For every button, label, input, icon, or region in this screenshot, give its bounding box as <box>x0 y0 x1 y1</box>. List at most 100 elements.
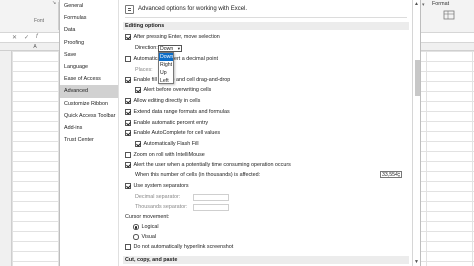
opt-zoom-roll[interactable]: Zoom on roll with IntelliMouse <box>125 151 205 159</box>
thousands-separator-input[interactable] <box>193 204 229 211</box>
column-a-header[interactable]: A <box>12 43 58 51</box>
after-enter-label: After pressing Enter, move selection <box>133 34 220 40</box>
nav-item-ease-of-access[interactable]: Ease of Access <box>60 73 118 85</box>
opt-decimal-separator: Decimal separator: <box>135 193 180 201</box>
nav-item-add-ins[interactable]: Add-ins <box>60 122 118 134</box>
direction-option-right[interactable]: Right <box>159 61 173 69</box>
nav-item-language[interactable]: Language <box>60 61 118 73</box>
section-editing-options: Editing options <box>123 22 409 30</box>
panel-title: Advanced options for working with Excel. <box>138 6 248 12</box>
opt-extend-formats[interactable]: Extend data range formats and formulas <box>125 108 230 116</box>
cells-affected-input[interactable]: 33,554 ▲ ▼ <box>380 171 402 178</box>
nav-item-save[interactable]: Save <box>60 49 118 61</box>
opt-cursor-visual[interactable]: Visual <box>133 233 156 241</box>
alert-overwrite-checkbox[interactable] <box>135 87 141 93</box>
opt-cursor-logical[interactable]: Logical <box>133 223 159 231</box>
cursor-visual-label: Visual <box>141 234 157 240</box>
alert-time-checkbox[interactable] <box>125 162 131 168</box>
opt-after-enter[interactable]: After pressing Enter, move selection <box>125 33 220 41</box>
opt-thousands-separator: Thousands separator: <box>135 203 187 211</box>
ribbon-launcher-icon[interactable]: ↘ <box>52 0 56 6</box>
nav-item-advanced[interactable]: Advanced <box>60 85 118 98</box>
scroll-down-icon[interactable]: ▼ <box>414 259 419 265</box>
options-main-panel: Advanced options for working with Excel.… <box>118 0 412 266</box>
auto-percent-checkbox[interactable] <box>125 120 131 126</box>
no-hyperlink-screenshot-checkbox[interactable] <box>125 244 131 250</box>
nav-item-general[interactable]: General <box>60 0 118 12</box>
opt-autocomplete[interactable]: Enable AutoComplete for cell values <box>125 129 220 137</box>
flash-fill-label: Automatically Flash Fill <box>143 141 199 147</box>
flash-fill-checkbox[interactable] <box>135 141 141 147</box>
row-header-bar <box>0 51 12 266</box>
ribbon-group-label: Font <box>34 18 45 24</box>
opt-alert-overwrite[interactable]: Alert before overwriting cells <box>135 86 211 94</box>
nav-item-data[interactable]: Data <box>60 24 118 36</box>
cursor-logical-radio[interactable] <box>133 224 139 230</box>
ribbon-dropdown-icon[interactable]: ▾ <box>422 2 425 8</box>
direction-dropdown-list: Down Right Up Left <box>158 52 174 84</box>
cells-affected-value: 33,554 <box>382 172 398 178</box>
cursor-visual-radio[interactable] <box>133 234 139 240</box>
nav-item-formulas[interactable]: Formulas <box>60 12 118 24</box>
fill-handle-label: Enable fill handle and cell drag-and-dro… <box>133 77 231 83</box>
cursor-logical-label: Logical <box>141 224 159 230</box>
nav-item-proofing[interactable]: Proofing <box>60 37 118 49</box>
nav-item-trust-center[interactable]: Trust Center <box>60 134 118 146</box>
function-icon[interactable]: f <box>36 34 38 40</box>
header-divider <box>125 17 407 18</box>
auto-decimal-label: Automatically insert a decimal point <box>133 56 219 62</box>
zoom-roll-label: Zoom on roll with IntelliMouse <box>133 152 205 158</box>
scrollbar-thumb[interactable] <box>415 60 420 96</box>
auto-decimal-checkbox[interactable] <box>125 56 131 62</box>
alert-overwrite-label: Alert before overwriting cells <box>143 87 212 93</box>
allow-edit-label: Allow editing directly in cells <box>133 98 201 104</box>
opt-flash-fill[interactable]: Automatically Flash Fill <box>135 140 199 148</box>
direction-option-up[interactable]: Up <box>159 69 173 77</box>
opt-places: Places: <box>135 66 153 74</box>
decimal-separator-input[interactable] <box>193 194 229 201</box>
opt-auto-percent[interactable]: Enable automatic percent entry <box>125 119 208 127</box>
enter-icon[interactable]: ✓ <box>24 34 29 41</box>
direction-select[interactable]: Down ▾ <box>158 45 182 52</box>
auto-percent-label: Enable automatic percent entry <box>133 120 209 126</box>
zoom-roll-checkbox[interactable] <box>125 152 131 158</box>
options-nav: General Formulas Data Proofing Save Lang… <box>59 0 118 266</box>
allow-edit-checkbox[interactable] <box>125 98 131 104</box>
section-cut-copy-paste: Cut, copy, and paste <box>123 256 409 264</box>
autocomplete-checkbox[interactable] <box>125 130 131 136</box>
options-page-icon <box>125 4 134 14</box>
fill-handle-checkbox[interactable] <box>125 77 131 83</box>
system-separators-label: Use system separators <box>133 183 189 189</box>
no-hyperlink-screenshot-label: Do not automatically hyperlink screensho… <box>133 244 234 250</box>
nav-item-quick-access-toolbar[interactable]: Quick Access Toolbar <box>60 110 118 122</box>
alert-time-label: Alert the user when a potentially time c… <box>133 162 291 168</box>
opt-no-hyperlink-screenshot[interactable]: Do not automatically hyperlink screensho… <box>125 243 233 251</box>
extend-formats-label: Extend data range formats and formulas <box>133 109 230 115</box>
opt-fill-handle[interactable]: Enable fill handle and cell drag-and-dro… <box>125 76 230 84</box>
cursor-movement-label: Cursor movement: <box>125 214 170 220</box>
format-label[interactable]: Format <box>432 1 449 7</box>
thousands-separator-label: Thousands separator: <box>135 204 188 210</box>
nav-item-customize-ribbon[interactable]: Customize Ribbon <box>60 98 118 110</box>
opt-direction: Direction: <box>135 44 158 52</box>
direction-option-left[interactable]: Left <box>159 77 173 85</box>
options-scrollbar[interactable]: ▲ ▼ <box>412 0 421 266</box>
format-icon[interactable] <box>440 10 460 22</box>
cancel-icon[interactable]: ✕ <box>12 34 17 41</box>
system-separators-checkbox[interactable] <box>125 183 131 189</box>
direction-option-down[interactable]: Down <box>159 53 173 61</box>
opt-cells-affected: When this number of cells (in thousands)… <box>135 171 260 179</box>
direction-label: Direction: <box>135 45 158 51</box>
after-enter-checkbox[interactable] <box>125 34 131 40</box>
opt-cursor-movement: Cursor movement: <box>125 213 169 221</box>
places-label: Places: <box>135 67 153 73</box>
opt-system-separators[interactable]: Use system separators <box>125 182 189 190</box>
extend-formats-checkbox[interactable] <box>125 109 131 115</box>
decimal-separator-label: Decimal separator: <box>135 194 181 200</box>
spinner-arrows-icon[interactable]: ▲ ▼ <box>397 172 401 178</box>
cells-affected-label: When this number of cells (in thousands)… <box>135 172 261 178</box>
scroll-up-icon[interactable]: ▲ <box>414 1 419 7</box>
opt-alert-time[interactable]: Alert the user when a potentially time c… <box>125 161 291 169</box>
chevron-down-icon[interactable]: ▾ <box>178 46 180 52</box>
opt-allow-edit[interactable]: Allow editing directly in cells <box>125 97 200 105</box>
